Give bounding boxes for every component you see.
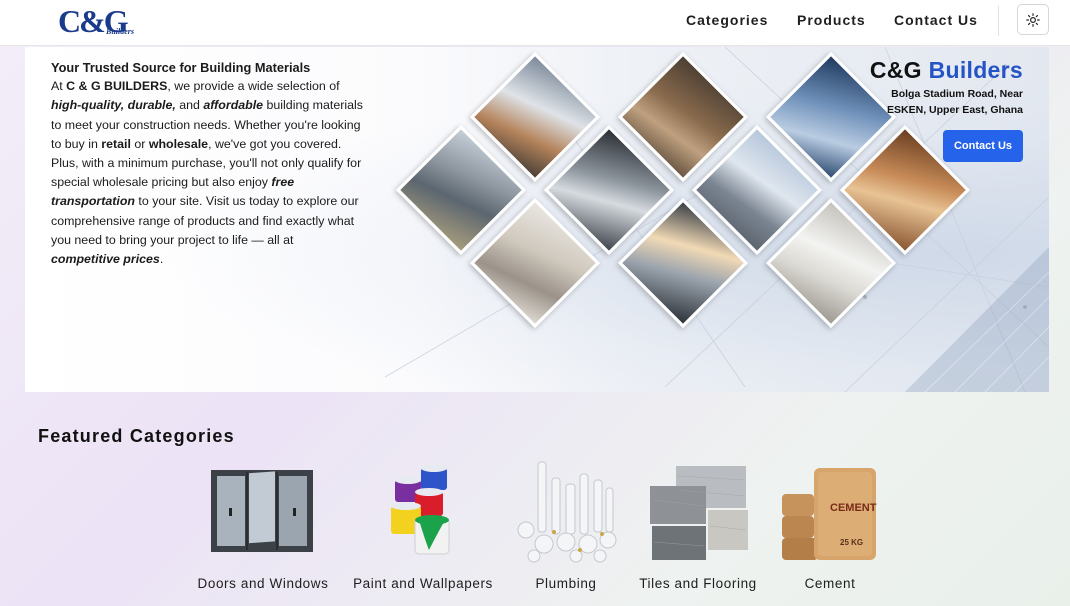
brand-block: C&G Builders Bolga Stadium Road, Near ES…: [870, 57, 1023, 118]
brand-address: Bolga Stadium Road, Near ESKEN, Upper Ea…: [887, 88, 1023, 116]
category-card-cement[interactable]: CEMENT 25 KG Cement: [755, 462, 905, 591]
category-label: Tiles and Flooring: [639, 576, 757, 591]
category-label: Paint and Wallpapers: [353, 576, 493, 591]
sun-icon: [1026, 12, 1040, 27]
category-card-plumbing[interactable]: Plumbing: [491, 461, 641, 591]
hero-contact-button[interactable]: Contact Us: [943, 130, 1023, 162]
hero-banner: Your Trusted Source for Building Materia…: [25, 47, 1049, 392]
cement-bag-weight: 25 KG: [840, 538, 864, 547]
logo-sub-text: Builders: [106, 27, 135, 36]
nav-divider: [998, 6, 999, 36]
hero-paragraph: At C & G BUILDERS, we provide a wide sel…: [51, 79, 363, 267]
nav-link-contact-us[interactable]: Contact Us: [894, 12, 978, 28]
cement-bag-text: CEMENT: [830, 502, 877, 514]
category-label: Doors and Windows: [197, 576, 329, 591]
featured-categories-title: Featured Categories: [38, 426, 235, 446]
category-card-paint-wallpapers[interactable]: Paint and Wallpapers: [348, 462, 498, 591]
category-card-tiles-flooring[interactable]: Tiles and Flooring: [623, 462, 773, 591]
category-label: Plumbing: [535, 576, 597, 591]
theme-toggle-button[interactable]: [1017, 4, 1049, 35]
top-navbar: C&G Builders Categories Products Contact…: [0, 0, 1070, 46]
hero-intro-text: Your Trusted Source for Building Materia…: [51, 58, 363, 269]
nav-link-categories[interactable]: Categories: [686, 12, 768, 28]
nav-link-products[interactable]: Products: [797, 12, 866, 28]
doors-windows-image: [209, 462, 317, 562]
category-label: Cement: [804, 576, 856, 591]
tiles-image: [648, 462, 748, 562]
pipes-fittings-image: [514, 461, 618, 563]
category-card-doors-windows[interactable]: Doors and Windows: [188, 462, 338, 591]
site-logo[interactable]: C&G Builders: [58, 3, 138, 41]
paint-cans-image: [385, 462, 461, 562]
hero-heading: Your Trusted Source for Building Materia…: [51, 60, 311, 75]
cement-bags-image: CEMENT 25 KG: [780, 462, 880, 562]
brand-title: C&G Builders: [869, 57, 1023, 83]
